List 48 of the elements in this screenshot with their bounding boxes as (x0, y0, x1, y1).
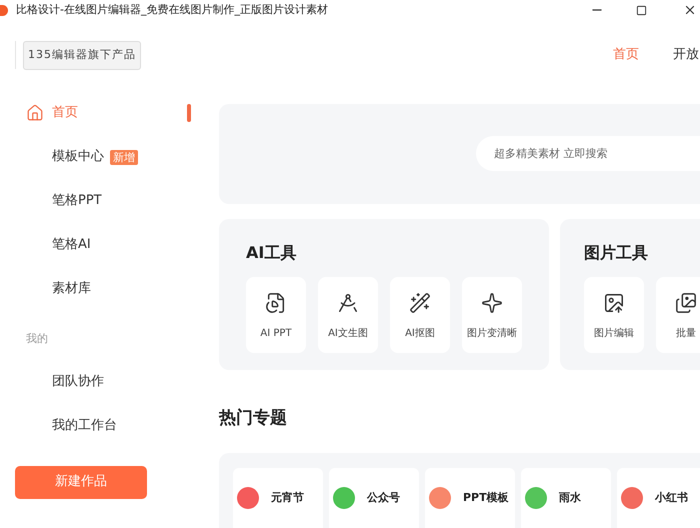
topic-card[interactable]: 小红书 (617, 468, 700, 528)
maximize-icon[interactable] (636, 4, 647, 16)
magic-wand-icon (409, 292, 431, 314)
tool-label: 图片变清晰 (467, 326, 517, 340)
brand-button[interactable]: 135编辑器旗下产品 (23, 40, 141, 70)
section-label: 我的 (26, 331, 49, 347)
close-icon[interactable] (683, 3, 697, 17)
sidebar-item[interactable]: 笔格AI (52, 235, 91, 255)
topic-label: 公众号 (367, 490, 400, 506)
tool-tile[interactable]: AI文生图 (318, 276, 378, 352)
home-icon (26, 104, 44, 122)
sidebar-item[interactable]: 素材库 (52, 279, 91, 299)
topic-label: PPT模板 (463, 490, 509, 506)
tool-tile[interactable]: 批量 (656, 276, 700, 352)
topic-card[interactable]: 公众号 (329, 468, 419, 528)
compass-icon (337, 292, 359, 314)
sidebar-item[interactable]: 模板中心 (52, 147, 104, 167)
chart-file-icon (265, 292, 287, 314)
new-badge: 新增 (110, 150, 138, 164)
sidebar-item[interactable]: 笔格PPT (52, 191, 102, 211)
topic-card[interactable]: 元宵节 (233, 468, 323, 528)
app-logo-icon (0, 4, 8, 16)
tool-tile[interactable]: 图片编辑 (584, 276, 644, 352)
tool-tile[interactable]: 图片变清晰 (462, 276, 522, 352)
topic-card[interactable]: PPT模板 (425, 468, 515, 528)
card-title: AI工具 (246, 242, 298, 264)
tool-tile[interactable]: AI PPT (246, 276, 306, 352)
tool-label: AI抠图 (405, 326, 435, 340)
card-title: 图片工具 (584, 242, 649, 264)
nav-link[interactable]: 开放 (673, 45, 699, 65)
tool-label: 批量 (676, 326, 696, 340)
tool-label: AI PPT (260, 326, 292, 340)
sidebar-item[interactable]: 团队协作 (52, 372, 104, 392)
tool-label: AI文生图 (328, 326, 368, 340)
section-title: 热门专题 (219, 406, 288, 430)
tool-label: 图片编辑 (594, 326, 634, 340)
image-edit-icon (603, 292, 625, 314)
tool-tile[interactable]: AI抠图 (390, 276, 450, 352)
window-title: 比格设计-在线图片编辑器_免费在线图片制作_正版图片设计素材 (16, 2, 328, 18)
sidebar-item[interactable]: 我的工作台 (52, 416, 117, 436)
topic-label: 雨水 (559, 490, 581, 506)
images-icon (675, 292, 697, 314)
topic-card[interactable]: 雨水 (521, 468, 611, 528)
topic-label: 元宵节 (271, 490, 304, 506)
active-indicator (187, 104, 191, 122)
search-field[interactable]: 超多精美素材 立即搜索 (476, 136, 700, 172)
sparkle-icon (481, 292, 503, 314)
topic-label: 小红书 (655, 490, 688, 506)
